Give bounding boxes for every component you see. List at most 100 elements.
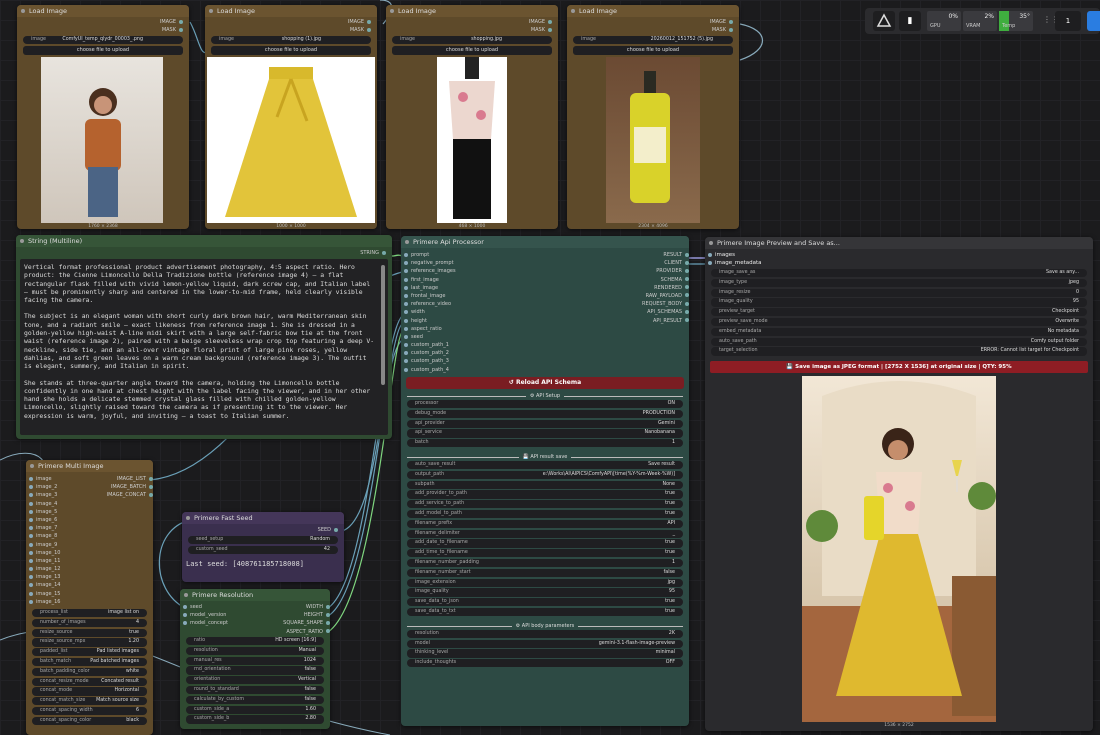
multi-image-input-slot[interactable]: image_13: [26, 573, 96, 581]
api-body-widget[interactable]: include_thoughts OFF: [407, 659, 683, 668]
api-input-slot[interactable]: reference_images: [401, 267, 541, 275]
output-mask[interactable]: MASK: [712, 27, 733, 33]
run-button[interactable]: [1087, 11, 1100, 31]
output-image[interactable]: IMAGE: [348, 19, 371, 25]
multi-image-widget[interactable]: batch_padding_color white: [32, 667, 147, 677]
api-save-widget[interactable]: save_data_to_txt true: [407, 607, 683, 617]
preview-widget[interactable]: preview_save_mode Overwrite: [711, 317, 1087, 327]
image-preview-save-node[interactable]: Primere Image Preview and Save as... ima…: [705, 237, 1093, 731]
fast-seed-node[interactable]: Primere Fast Seed SEED seed_setup Random …: [182, 512, 344, 582]
api-output-slot[interactable]: RENDERED: [642, 284, 689, 292]
multi-image-widget[interactable]: number_of_images 4: [32, 618, 147, 628]
upload-button[interactable]: choose file to upload: [573, 46, 733, 55]
multi-image-output-slot[interactable]: IMAGE_LIST: [107, 475, 153, 483]
api-input-slot[interactable]: prompt: [401, 251, 541, 259]
preview-widget[interactable]: auto_save_path Comfy output folder: [711, 337, 1087, 346]
multi-image-input-slot[interactable]: image_9: [26, 541, 96, 549]
save-image-button[interactable]: 💾 Save image as JPEG format | [2752 X 15…: [710, 361, 1088, 373]
image-select[interactable]: image ComfyUI_temp_qlydr_00003_.png: [23, 36, 183, 45]
resolution-widget[interactable]: custom_side_a 1.60: [186, 705, 324, 714]
multi-image-node[interactable]: Primere Multi Image image image_2 image_3 i…: [26, 460, 153, 735]
textarea-scrollbar[interactable]: [381, 265, 385, 385]
image-select[interactable]: image shopping (1).jpg: [211, 36, 371, 45]
multi-image-widget[interactable]: concat_spacing_width 6: [32, 706, 147, 716]
resolution-widget[interactable]: ratio HD screen [16:9]: [186, 637, 324, 646]
load-image-node-3[interactable]: Load Image IMAGE MASK image shopping.jpg …: [386, 5, 558, 229]
resolution-widget[interactable]: resolution Manual: [186, 646, 324, 656]
multi-image-input-slot[interactable]: image_14: [26, 581, 96, 589]
api-setup-widget[interactable]: batch 1: [407, 439, 683, 448]
api-output-slot[interactable]: CLIENT: [642, 259, 689, 267]
resolution-widget[interactable]: orientation Vertical: [186, 676, 324, 685]
output-mask[interactable]: MASK: [350, 27, 371, 33]
multi-image-widget[interactable]: process_list image list on: [32, 609, 147, 618]
api-setup-widget[interactable]: debug_mode PRODUCTION: [407, 409, 683, 419]
api-body-widget[interactable]: resolution 2K: [407, 629, 683, 639]
preview-input-slot[interactable]: images: [705, 251, 762, 259]
api-output-slot[interactable]: PROVIDER: [642, 267, 689, 275]
load-image-node-2[interactable]: Load Image IMAGE MASK image shopping (1).…: [205, 5, 377, 229]
api-input-slot[interactable]: width: [401, 308, 541, 316]
preview-widget[interactable]: preview_target Checkpoint: [711, 308, 1087, 317]
api-save-widget[interactable]: add_model_to_path true: [407, 509, 683, 519]
multi-image-widget[interactable]: resize_source true: [32, 628, 147, 637]
multi-image-widget[interactable]: padded_list Pad listed images: [32, 648, 147, 657]
api-input-slot[interactable]: custom_path_1: [401, 341, 541, 349]
api-save-widget[interactable]: add_provider_to_path true: [407, 490, 683, 499]
resolution-widget[interactable]: calculate_by_custom false: [186, 695, 324, 705]
api-body-widget[interactable]: thinking_level minimal: [407, 649, 683, 658]
api-save-widget[interactable]: image_extension jpg: [407, 578, 683, 587]
api-save-widget[interactable]: add_service_to_path true: [407, 500, 683, 509]
api-save-widget[interactable]: image_quality 95: [407, 588, 683, 597]
custom-seed-input[interactable]: custom_seed 42: [188, 546, 338, 555]
image-select[interactable]: image shopping.jpg: [392, 36, 552, 45]
resolution-output-slot[interactable]: WIDTH: [283, 603, 330, 611]
multi-image-input-slot[interactable]: image_16: [26, 598, 96, 606]
api-body-widget[interactable]: model gemini-3.1-flash-image-preview: [407, 639, 683, 648]
api-output-slot[interactable]: RAW_PAYLOAD: [642, 292, 689, 300]
output-image[interactable]: IMAGE: [160, 19, 183, 25]
output-mask[interactable]: MASK: [162, 27, 183, 33]
api-input-slot[interactable]: reference_video: [401, 300, 541, 308]
image-select[interactable]: image 20260012_151752 (5).jpg: [573, 36, 733, 45]
multi-image-input-slot[interactable]: image_8: [26, 532, 96, 540]
resolution-output-slot[interactable]: SQUARE_SHAPE: [283, 619, 330, 627]
api-save-widget[interactable]: add_date_to_filename true: [407, 539, 683, 548]
multi-image-widget[interactable]: resize_source_mpx 1.20: [32, 638, 147, 647]
api-input-slot[interactable]: custom_path_3: [401, 357, 541, 365]
resolution-widget[interactable]: custom_side_b 2.80: [186, 715, 324, 724]
prompt-textarea[interactable]: Vertical format professional product adv…: [20, 259, 388, 435]
api-save-widget[interactable]: subpath None: [407, 480, 683, 489]
preview-widget[interactable]: image_type jpeg: [711, 278, 1087, 288]
multi-image-output-slot[interactable]: IMAGE_CONCAT: [107, 491, 153, 499]
upload-button[interactable]: choose file to upload: [211, 46, 371, 55]
queue-count[interactable]: 1: [1055, 11, 1081, 31]
upload-button[interactable]: choose file to upload: [392, 46, 552, 55]
output-image[interactable]: IMAGE: [710, 19, 733, 25]
multi-image-widget[interactable]: concat_spacing_color black: [32, 716, 147, 726]
multi-image-widget[interactable]: batch_match Pad batched images: [32, 657, 147, 667]
api-setup-widget[interactable]: processor ON: [407, 400, 683, 409]
multi-image-input-slot[interactable]: image_7: [26, 524, 96, 532]
multi-image-input-slot[interactable]: image_12: [26, 565, 96, 573]
comfy-logo-icon[interactable]: [873, 11, 895, 31]
api-processor-node[interactable]: Primere Api Processor prompt negative_pro…: [401, 236, 689, 726]
multi-image-input-slot[interactable]: image_3: [26, 491, 96, 499]
preview-widget[interactable]: embed_metadata No metadata: [711, 327, 1087, 337]
resolution-node[interactable]: Primere Resolution seed model_version mode…: [180, 589, 330, 729]
resolution-widget[interactable]: manual_res 1024: [186, 656, 324, 665]
api-input-slot[interactable]: first_image: [401, 276, 541, 284]
preview-widget[interactable]: target_selection ERROR: Cannot list targe…: [711, 347, 1087, 356]
api-save-widget[interactable]: filename_number_start false: [407, 568, 683, 578]
output-mask[interactable]: MASK: [531, 27, 552, 33]
resolution-input-slot[interactable]: model_concept: [180, 619, 260, 627]
reload-api-schema-button[interactable]: ↺ Reload API Schema: [406, 377, 684, 389]
api-input-slot[interactable]: custom_path_4: [401, 366, 541, 374]
resolution-widget[interactable]: rnd_orientation false: [186, 666, 324, 675]
multi-image-input-slot[interactable]: image_4: [26, 500, 96, 508]
api-save-widget[interactable]: output_path e:\Works\AI\AIPICS\ComfyAPI\[…: [407, 470, 683, 480]
api-save-widget[interactable]: save_data_to_json true: [407, 598, 683, 607]
multi-image-input-slot[interactable]: image: [26, 475, 96, 483]
api-output-slot[interactable]: SCHEMA: [642, 276, 689, 284]
bookmark-icon[interactable]: ▮: [899, 11, 921, 31]
